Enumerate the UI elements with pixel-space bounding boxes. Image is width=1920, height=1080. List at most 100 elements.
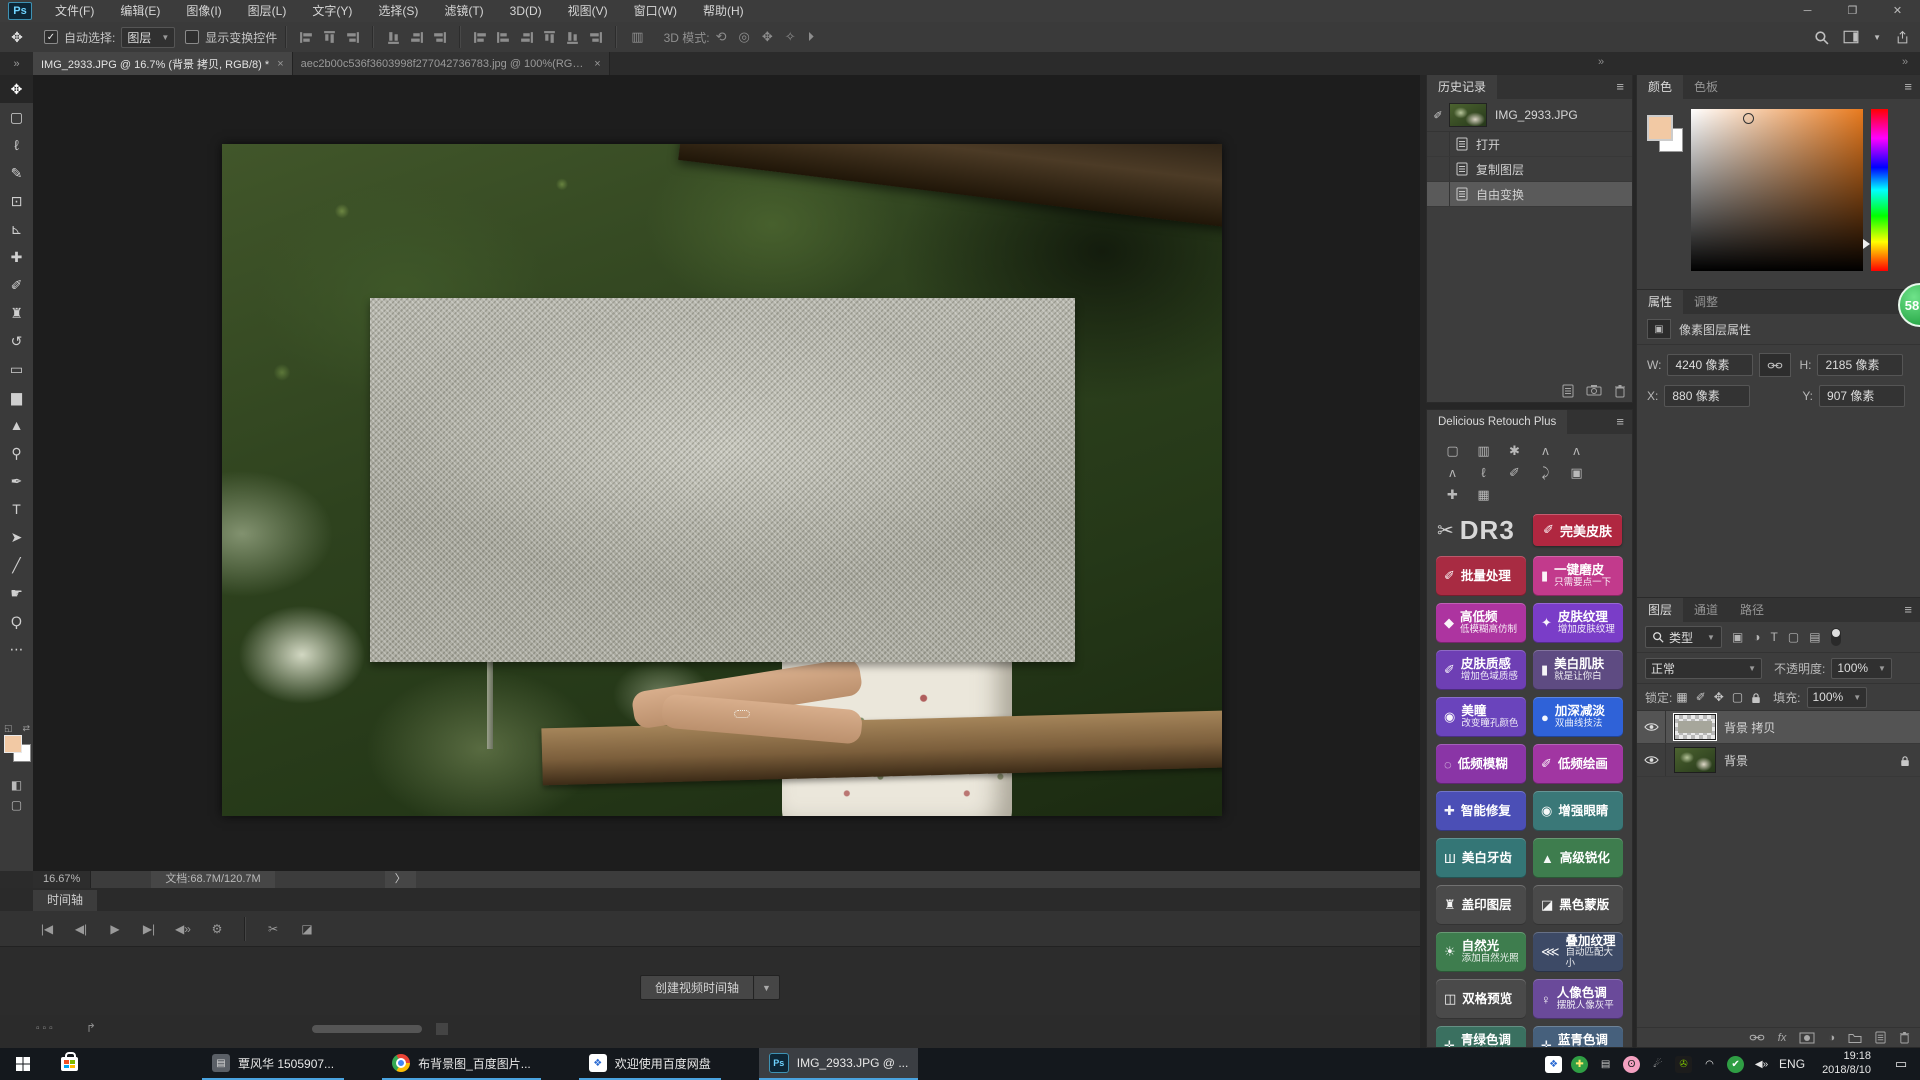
filter-toggle-switch[interactable] — [1831, 628, 1841, 646]
y-position-field[interactable]: 907 像素 — [1819, 385, 1905, 407]
baidu-netdisk-tray-icon[interactable]: ❖ — [1545, 1056, 1562, 1073]
opacity-field[interactable]: 100% ▼ — [1831, 658, 1892, 679]
distribute-right-icon[interactable] — [588, 30, 603, 45]
chevron-down-icon[interactable]: ▼ — [1873, 33, 1881, 42]
toolbar-tool[interactable]: ⊡ — [0, 187, 33, 215]
dr-tool-icon[interactable]: ✱ — [1499, 440, 1530, 462]
dr-action-button[interactable]: ⋘ 叠加纹理 自动匹配大小 — [1533, 932, 1623, 972]
taskbar-app-chrome[interactable]: 布背景图_百度图片... — [382, 1048, 541, 1080]
new-layer-icon[interactable] — [1875, 1031, 1886, 1044]
photo-document[interactable] — [222, 144, 1222, 816]
timeline-scrollbar[interactable] — [312, 1025, 422, 1033]
security-shield-icon[interactable]: ✔ — [1727, 1056, 1744, 1073]
saturation-brightness-field[interactable] — [1691, 109, 1863, 271]
dr-action-button[interactable]: ◫ 双格预览 — [1436, 979, 1526, 1019]
layer-visibility-eye-icon[interactable] — [1637, 744, 1666, 776]
filter-shape-layers-icon[interactable]: ▢ — [1788, 630, 1799, 644]
toolbar-tool[interactable]: ✥ — [0, 75, 33, 103]
start-button[interactable] — [0, 1048, 46, 1080]
panel-menu-icon[interactable]: ≡ — [1904, 598, 1920, 622]
dr-action-button[interactable]: ● 加深减淡 双曲线技法 — [1533, 697, 1623, 737]
paths-panel-tab[interactable]: 路径 — [1729, 598, 1775, 622]
split-clip-button[interactable]: ✂ — [256, 922, 290, 936]
distribute-vertical-centers-icon[interactable] — [496, 30, 511, 45]
link-dimensions-icon[interactable] — [1759, 353, 1791, 377]
filter-adjustment-layers-icon[interactable]: ◑ — [1753, 630, 1760, 644]
toolbar-tool[interactable]: ℓ — [0, 131, 33, 159]
distribute-top-icon[interactable] — [473, 30, 488, 45]
taskbar-clock[interactable]: 19:18 2018/8/10 — [1822, 1050, 1871, 1078]
align-right-edges-icon[interactable] — [345, 30, 360, 45]
history-state-row[interactable]: 打开 — [1427, 132, 1632, 157]
3d-slide-icon[interactable]: ✧ — [785, 29, 796, 45]
history-source-checkbox[interactable] — [1427, 182, 1450, 206]
menu-item[interactable]: 3D(D) — [497, 0, 555, 22]
menu-item[interactable]: 编辑(E) — [107, 0, 173, 22]
filter-type-layers-icon[interactable]: T — [1771, 630, 1778, 644]
collapse-panels-icon[interactable]: » — [1902, 56, 1908, 68]
dr-action-button[interactable]: ◪ 黑色蒙版 — [1533, 885, 1623, 925]
color-picker-marker[interactable] — [1743, 113, 1754, 124]
dr-action-button[interactable]: ✚ 智能修复 — [1436, 791, 1526, 831]
perfect-skin-button[interactable]: ✐ 完美皮肤 — [1533, 514, 1622, 546]
height-field[interactable]: 2185 像素 — [1817, 354, 1903, 376]
search-icon[interactable] — [1814, 30, 1829, 45]
dr-action-button[interactable]: ◆ 高低频 低模糊高仿制 — [1436, 603, 1526, 643]
dr-tool-icon[interactable]: ▢ — [1437, 440, 1468, 462]
delete-state-trash-icon[interactable] — [1614, 384, 1626, 398]
lock-image-pixels-icon[interactable]: ✐ — [1696, 690, 1706, 704]
dr-action-button[interactable]: ◌ 低频模糊 — [1436, 744, 1526, 784]
dr-action-button[interactable]: Ш 美白牙齿 — [1436, 838, 1526, 878]
dr-action-button[interactable]: ☀ 自然光 添加自然光照 — [1436, 932, 1526, 972]
new-adjustment-layer-icon[interactable]: ◑ — [1828, 1032, 1835, 1044]
delete-layer-trash-icon[interactable] — [1899, 1031, 1910, 1044]
toolbar-expand[interactable]: » — [0, 52, 33, 75]
microsoft-store-button[interactable] — [46, 1048, 92, 1080]
close-icon[interactable]: × — [594, 58, 600, 70]
audio-mute-button[interactable]: ◀» — [166, 922, 200, 936]
toolbar-tool[interactable]: Ϙ — [0, 607, 33, 635]
menu-item[interactable]: 图层(L) — [235, 0, 300, 22]
prev-frame-button[interactable]: ◀| — [64, 922, 98, 936]
document-tab[interactable]: IMG_2933.JPG @ 16.7% (背景 拷贝, RGB/8) * × — [33, 52, 293, 75]
hue-slider[interactable] — [1871, 109, 1888, 271]
history-state-row[interactable]: 自由变换 — [1427, 182, 1632, 207]
align-bottom-edges-icon[interactable] — [432, 30, 447, 45]
distribute-bottom-icon[interactable] — [519, 30, 534, 45]
dr-panel-tab[interactable]: Delicious Retouch Plus — [1427, 410, 1567, 434]
align-top-edges-icon[interactable] — [386, 30, 401, 45]
toolbar-tool[interactable]: ↺ — [0, 327, 33, 355]
play-button[interactable]: ▶ — [98, 922, 132, 936]
dr-action-button[interactable]: ◉ 增强眼睛 — [1533, 791, 1623, 831]
menu-item[interactable]: 视图(V) — [555, 0, 621, 22]
layer-thumbnail[interactable] — [1674, 747, 1716, 773]
align-horizontal-centers-icon[interactable] — [322, 30, 337, 45]
taskbar-app-baidu-netdisk[interactable]: ❖ 欢迎使用百度网盘 — [579, 1048, 721, 1080]
dr-tool-icon[interactable]: ʌ — [1530, 440, 1561, 462]
distribute-horizontal-centers-icon[interactable] — [565, 30, 580, 45]
qq-tray-icon[interactable]: ʘ — [1623, 1056, 1640, 1073]
dr-action-button[interactable]: ◉ 美瞳 改变瞳孔颜色 — [1436, 697, 1526, 737]
filter-smart-objects-icon[interactable]: ▤ — [1809, 630, 1820, 644]
dr-tool-icon[interactable]: ▣ — [1561, 462, 1592, 484]
menu-item[interactable]: 图像(I) — [173, 0, 234, 22]
toolbar-tool[interactable]: ⋯ — [0, 635, 33, 663]
dr-action-button[interactable]: ✛ 青绿色调 皮肤外的色调 — [1436, 1026, 1526, 1047]
menu-item[interactable]: 窗口(W) — [621, 0, 690, 22]
align-left-edges-icon[interactable] — [299, 30, 314, 45]
window-control-button[interactable]: ❐ — [1830, 0, 1875, 22]
window-control-button[interactable]: ─ — [1785, 0, 1830, 22]
pasted-fabric-layer[interactable] — [370, 298, 1075, 662]
history-source-checkbox[interactable] — [1427, 132, 1450, 156]
dr-action-button[interactable]: ▮ 一键磨皮 只需要点一下 — [1533, 556, 1623, 596]
menu-item[interactable]: 文字(Y) — [299, 0, 365, 22]
properties-panel-tab[interactable]: 属性 — [1637, 290, 1683, 314]
workspace-icon[interactable] — [1843, 30, 1859, 44]
history-panel-tab[interactable]: 历史记录 — [1427, 75, 1497, 99]
hue-slider-arrow[interactable] — [1863, 239, 1870, 249]
layer-row[interactable]: 背景 — [1637, 744, 1920, 777]
menu-item[interactable]: 文件(F) — [42, 0, 107, 22]
3d-roll-icon[interactable]: ◎ — [739, 29, 750, 45]
screen-mode-icon[interactable]: ▢ — [0, 795, 33, 815]
dr-action-button[interactable]: ♀ 人像色调 摆脱人像灰平 — [1533, 979, 1623, 1019]
